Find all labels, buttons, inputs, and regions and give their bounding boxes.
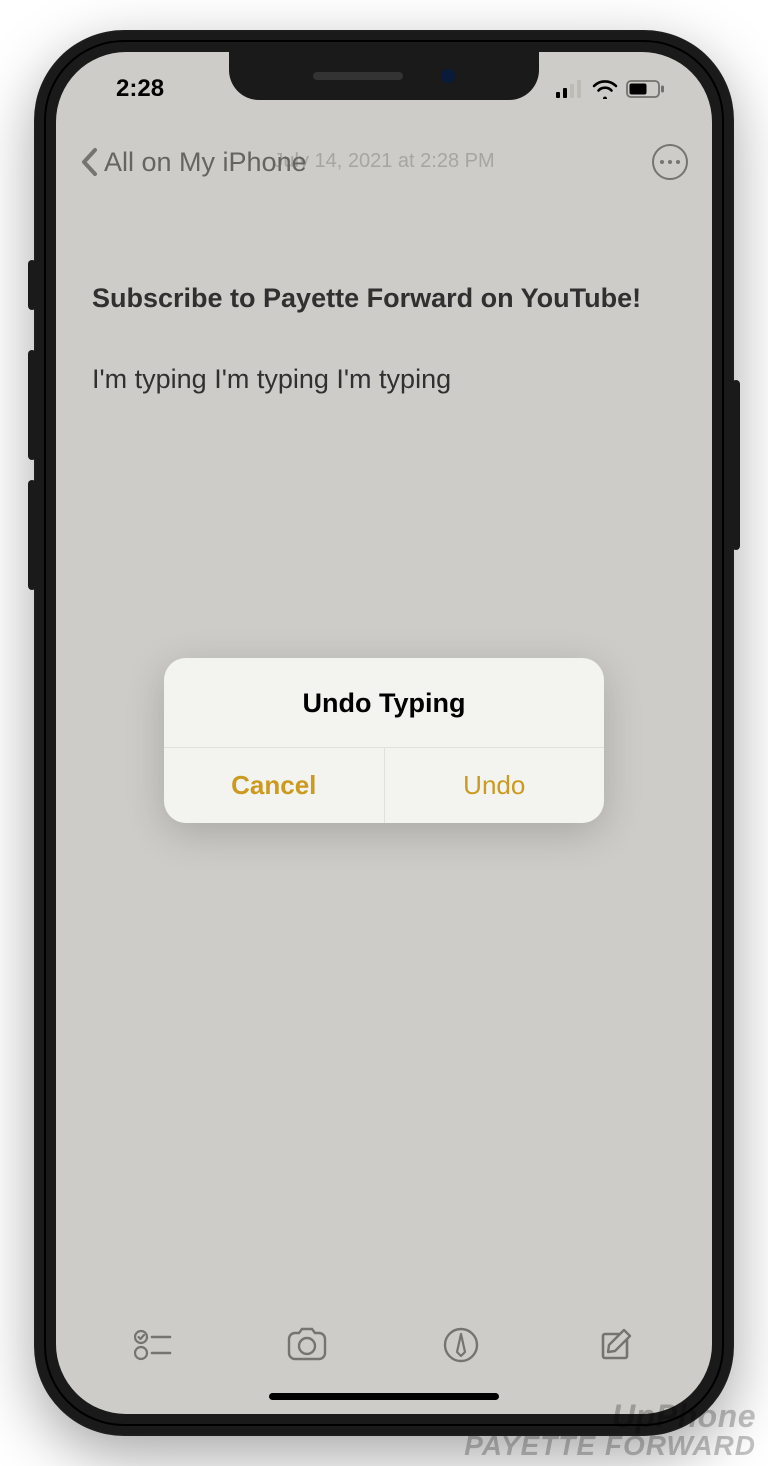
cellular-icon (556, 80, 584, 98)
watermark-line2: Payette Forward (464, 1432, 756, 1460)
notch (229, 52, 539, 100)
front-camera (441, 69, 455, 83)
alert-actions: Cancel Undo (164, 748, 604, 823)
undo-alert: Undo Typing Cancel Undo (164, 658, 604, 823)
speaker-grille (313, 72, 403, 80)
volume-down-button (28, 480, 36, 590)
undo-button[interactable]: Undo (385, 748, 605, 823)
home-indicator[interactable] (269, 1393, 499, 1400)
watermark-line1: UpPhone (464, 1400, 756, 1432)
status-time: 2:28 (116, 75, 164, 103)
mute-switch (28, 260, 36, 310)
phone-frame: 2:28 (34, 30, 734, 1436)
battery-icon (626, 80, 666, 98)
alert-title: Undo Typing (164, 658, 604, 748)
wifi-icon (592, 79, 618, 99)
watermark: UpPhone Payette Forward (464, 1400, 756, 1460)
cancel-button[interactable]: Cancel (164, 748, 385, 823)
volume-up-button (28, 350, 36, 460)
power-button (732, 380, 740, 550)
status-indicators (556, 79, 666, 99)
screen: 2:28 (56, 52, 712, 1414)
